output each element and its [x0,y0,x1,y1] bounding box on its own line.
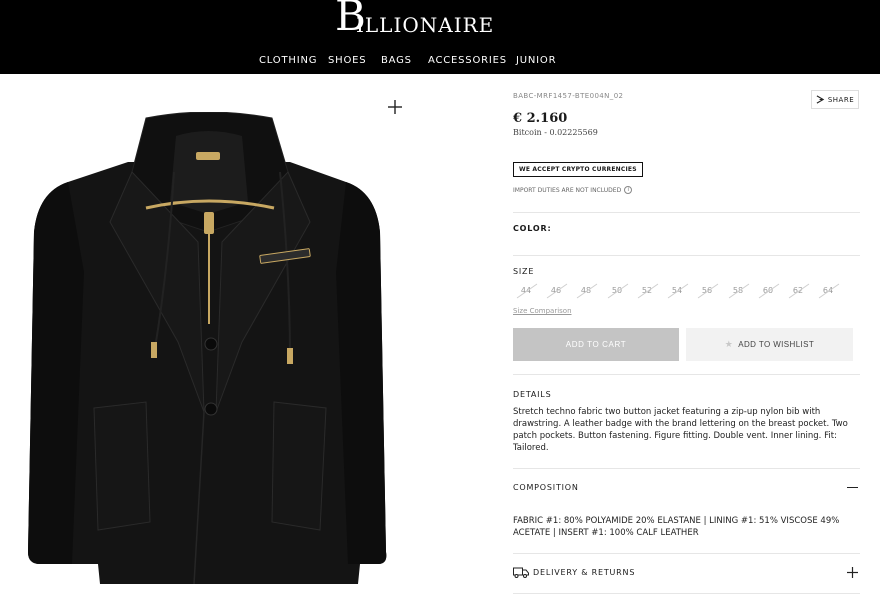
divider [513,212,860,213]
unavailable-strike-icon [607,283,629,299]
delivery-returns-accordion[interactable]: DELIVERY & RETURNS [513,563,860,583]
composition-heading: COMPOSITION [513,483,579,492]
unavailable-strike-icon [667,283,689,299]
unavailable-strike-icon [576,283,598,299]
composition-text: FABRIC #1: 80% POLYAMIDE 20% ELASTANE | … [513,516,840,538]
collapse-minus-icon[interactable] [847,487,858,488]
main-nav: CLOTHING SHOES BAGS ACCESSORIES JUNIOR [0,55,880,69]
delivery-heading: DELIVERY & RETURNS [533,568,636,577]
unavailable-strike-icon [758,283,780,299]
size-selector: 44 46 48 50 52 54 56 58 60 62 64 [513,282,853,300]
unavailable-strike-icon [788,283,810,299]
divider [513,255,860,256]
nav-item-accessories[interactable]: ACCESSORIES [428,55,507,66]
size-option-56[interactable]: 56 [694,282,720,300]
size-option-64[interactable]: 64 [815,282,841,300]
product-image-area [0,74,440,600]
truck-icon [513,567,529,578]
size-option-50[interactable]: 50 [604,282,630,300]
product-image-jacket[interactable] [28,112,390,588]
divider [513,468,860,469]
unavailable-strike-icon [728,283,750,299]
unavailable-strike-icon [637,283,659,299]
divider [513,553,860,554]
size-comparison-link[interactable]: Size Comparison [513,307,572,315]
divider [513,593,860,594]
expand-plus-icon[interactable] [847,567,858,578]
import-duties-note: IMPORT DUTIES ARE NOT INCLUDED i [513,186,633,194]
crypto-badge: WE ACCEPT CRYPTO CURRENCIES [513,162,643,177]
size-label: SIZE [513,267,535,276]
nav-item-bags[interactable]: BAGS [381,55,412,66]
size-option-48[interactable]: 48 [573,282,599,300]
product-price: € 2.160 [513,111,568,126]
details-description: Stretch techno fabric two button jacket … [513,407,848,453]
size-option-58[interactable]: 58 [725,282,751,300]
unavailable-strike-icon [818,283,840,299]
divider [513,374,860,375]
logo-wordmark: ILLIONAIRE [356,13,495,37]
unavailable-strike-icon [516,283,538,299]
duties-text: IMPORT DUTIES ARE NOT INCLUDED [513,186,622,194]
wishlist-label: ADD TO WISHLIST [738,340,815,349]
share-label: SHARE [827,95,855,104]
details-heading: DETAILS [513,390,552,399]
size-option-60[interactable]: 60 [755,282,781,300]
unavailable-strike-icon [697,283,719,299]
nav-item-clothing[interactable]: CLOTHING [259,55,317,66]
unavailable-strike-icon [546,283,568,299]
share-arrow-icon [816,95,825,104]
bitcoin-price: Bitcoin - 0.02225569 [513,128,598,137]
product-sku: BABC-MRF1457-BTE004N_02 [513,92,624,100]
size-option-46[interactable]: 46 [543,282,569,300]
add-to-wishlist-button[interactable]: ★ ADD TO WISHLIST [686,328,853,361]
share-button[interactable]: SHARE [811,90,859,109]
site-header: B ILLIONAIRE CLOTHING SHOES BAGS ACCESSO… [0,0,880,74]
star-icon: ★ [724,339,734,349]
size-option-54[interactable]: 54 [664,282,690,300]
size-option-52[interactable]: 52 [634,282,660,300]
add-to-cart-button[interactable]: ADD TO CART [513,328,679,361]
color-label: COLOR: [513,224,552,233]
size-option-44[interactable]: 44 [513,282,539,300]
size-option-62[interactable]: 62 [785,282,811,300]
nav-item-shoes[interactable]: SHOES [328,55,366,66]
nav-item-junior[interactable]: JUNIOR [516,55,556,66]
info-icon[interactable]: i [624,186,633,194]
composition-accordion[interactable]: COMPOSITION [513,478,860,498]
